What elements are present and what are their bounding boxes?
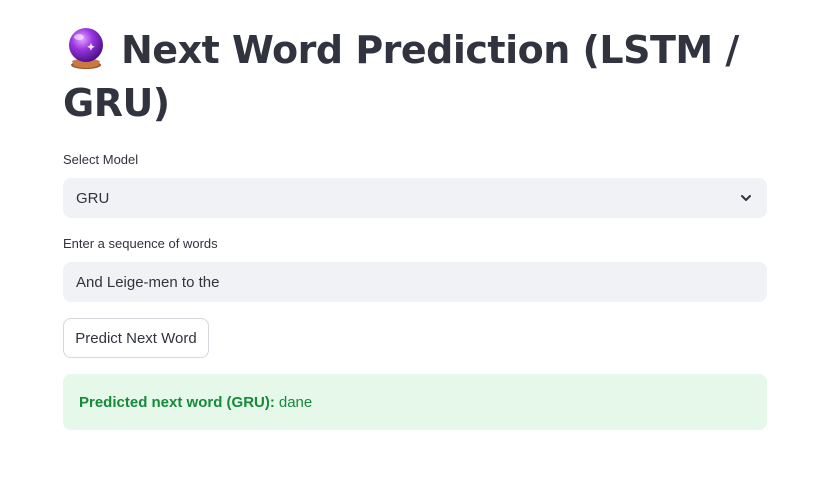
predicted-word: dane — [278, 393, 313, 411]
prediction-success-alert: Predicted next word (GRU): dane — [63, 374, 767, 430]
model-select-value: GRU — [76, 189, 110, 207]
page-title-text: Next Word Prediction (LSTM / GRU) — [63, 28, 739, 125]
chevron-down-icon[interactable] — [739, 191, 753, 205]
sequence-input-label: Enter a sequence of words — [63, 236, 218, 251]
predict-next-word-button[interactable]: Predict Next Word — [63, 318, 209, 358]
prediction-prefix: Predicted next word (GRU): — [79, 393, 275, 411]
model-select[interactable]: GRU — [63, 178, 767, 218]
select-model-label: Select Model — [63, 152, 139, 167]
sequence-input[interactable] — [63, 262, 767, 302]
page-title: Next Word Prediction (LSTM / GRU) — [63, 24, 767, 130]
crystal-ball-icon — [69, 28, 103, 69]
